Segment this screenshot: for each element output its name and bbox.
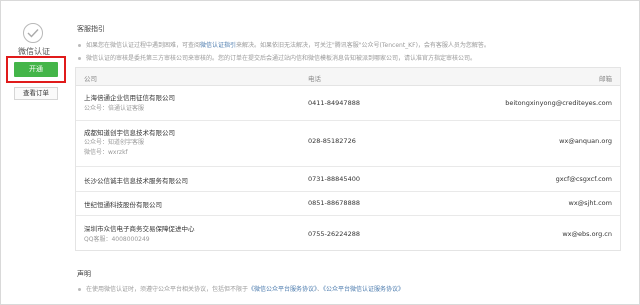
guide-text: 如果您在微信认证过程中遇到困难，可查阅	[86, 42, 201, 49]
email-address: gxcf@csgxcf.com	[555, 175, 612, 183]
check-circle-icon	[23, 23, 43, 43]
table-row: 长沙公信诚丰信息技术服务有限公司 0731-88845400 gxcf@csgx…	[76, 167, 620, 192]
company-name: 长沙公信诚丰信息技术服务有限公司	[84, 177, 188, 185]
company-contact: QQ客服：4008000249	[84, 236, 150, 243]
column-header-company: 公司	[84, 75, 97, 83]
email-address: wx@sjht.com	[568, 199, 612, 207]
phone-number: 028-85182726	[308, 137, 356, 145]
table-header: 公司 电话 邮箱	[76, 68, 620, 86]
guide-title: 客服指引	[77, 25, 105, 33]
column-header-email: 邮箱	[599, 75, 612, 83]
open-verification-button[interactable]: 开通	[14, 62, 58, 77]
view-orders-button[interactable]: 查看订单	[14, 87, 58, 100]
email-address: beitongxinyong@crediteyes.com	[505, 99, 612, 107]
company-name: 世纪恒通科技股份有限公司	[84, 201, 162, 209]
bullet-icon	[78, 57, 81, 60]
verification-agreement-link[interactable]: 《公众平台微信认证服务协议》	[323, 286, 404, 293]
email-address: wx@ebs.org.cn	[562, 230, 612, 238]
service-agreement-link[interactable]: 《微信公众平台服务协议》	[248, 286, 317, 293]
table-row: 上海倍通企业信用征信有限公司 公众号：倍通认证客服 0411-84947888 …	[76, 86, 620, 121]
company-contact: 公众号：倍通认证客服	[84, 105, 145, 112]
guide-line-2: 微信认证的审核是委托第三方审核公司来审核的。您的订单在提交后会通过站内信和微信模…	[86, 55, 477, 62]
table-row: 深圳市众信电子商务交易保障促进中心 QQ客服：4008000249 0755-2…	[76, 216, 620, 250]
guide-text: 来解决。如果依旧无法解决，可关注"腾讯客服"公众号(Tencent_KF)，会有…	[236, 42, 490, 49]
bullet-icon	[78, 288, 81, 291]
column-header-phone: 电话	[308, 75, 321, 83]
phone-number: 0851-88678888	[308, 199, 360, 207]
company-wechat-id: 微信号：wxrzkf	[84, 149, 128, 156]
table-row: 世纪恒通科技股份有限公司 0851-88678888 wx@sjht.com	[76, 192, 620, 216]
phone-number: 0731-88845400	[308, 175, 360, 183]
company-contact: 公众号：知道创宇客服	[84, 139, 145, 146]
email-address: wx@anquan.org	[559, 137, 612, 145]
company-name: 成都知道创宇信息技术有限公司	[84, 129, 175, 137]
company-name: 深圳市众信电子商务交易保障促进中心	[84, 225, 195, 233]
audit-company-table: 公司 电话 邮箱 上海倍通企业信用征信有限公司 公众号：倍通认证客服 0411-…	[75, 67, 621, 251]
declaration-title: 声明	[77, 270, 91, 278]
bullet-icon	[78, 44, 81, 47]
guide-line-1: 如果您在微信认证过程中遇到困难，可查阅微信认证指引来解决。如果依旧无法解决，可关…	[86, 40, 490, 49]
declaration-body: 在使用微信认证时，须遵守公众平台相关协议，包括但不限于	[86, 286, 249, 293]
table-row: 成都知道创宇信息技术有限公司 公众号：知道创宇客服 微信号：wxrzkf 028…	[76, 121, 620, 167]
declaration-text: 在使用微信认证时，须遵守公众平台相关协议，包括但不限于《微信公众平台服务协议》、…	[86, 284, 404, 293]
phone-number: 0755-26224288	[308, 230, 360, 238]
verification-guide-link[interactable]: 微信认证指引	[200, 42, 236, 49]
phone-number: 0411-84947888	[308, 99, 360, 107]
company-name: 上海倍通企业信用征信有限公司	[84, 94, 175, 102]
